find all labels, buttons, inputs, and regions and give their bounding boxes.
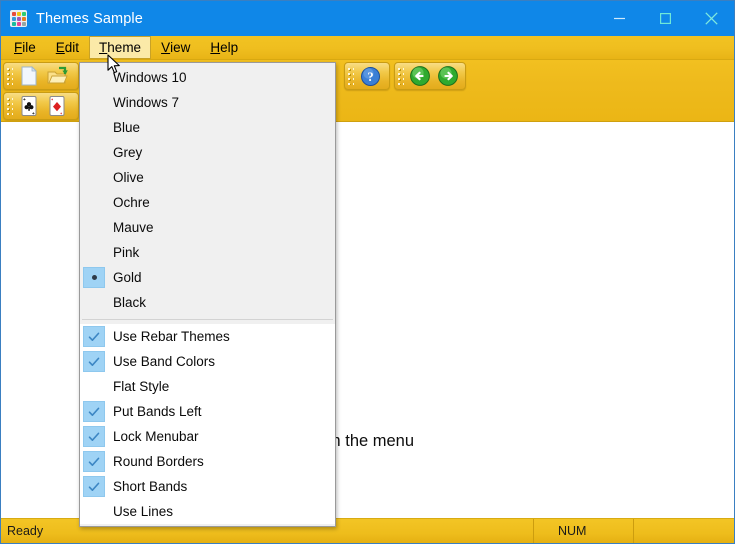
theme-radio-group: Windows 10 Windows 7 Blue Grey Olive Ochre Mau… bbox=[80, 65, 335, 315]
theme-dropdown-menu: Windows 10 Windows 7 Blue Grey Olive Ochre Mau… bbox=[79, 62, 336, 527]
help-band[interactable]: ? bbox=[344, 62, 390, 90]
window-controls bbox=[596, 1, 734, 36]
file-band[interactable] bbox=[3, 62, 79, 90]
theme-menu-item-label: Gold bbox=[113, 270, 142, 285]
radio-empty-icon bbox=[83, 242, 105, 263]
theme-menu-item[interactable]: Windows 7 bbox=[80, 90, 335, 115]
theme-menu-item[interactable]: Black bbox=[80, 290, 335, 315]
radio-empty-icon bbox=[83, 142, 105, 163]
radio-empty-icon bbox=[83, 117, 105, 138]
theme-menu-item[interactable]: Grey bbox=[80, 140, 335, 165]
checkmark-icon bbox=[83, 351, 105, 372]
band-gripper[interactable] bbox=[6, 96, 13, 116]
theme-menu-item-label: Blue bbox=[113, 120, 141, 135]
minimize-icon[interactable] bbox=[596, 1, 642, 36]
option-menu-item[interactable]: Use Band Colors bbox=[80, 349, 335, 374]
theme-menu-item[interactable]: Ochre bbox=[80, 190, 335, 215]
menu-item-help[interactable]: Help bbox=[200, 36, 248, 59]
menu-item-theme[interactable]: Theme bbox=[89, 36, 152, 59]
svg-text:♦: ♦ bbox=[51, 97, 53, 101]
navigation-band[interactable] bbox=[394, 62, 466, 90]
theme-options-group: Use Rebar Themes Use Band Colors Flat Styl… bbox=[80, 324, 335, 524]
option-menu-item-label: Use Band Colors bbox=[113, 354, 216, 369]
diamond-card-icon[interactable]: ♦ ♦ bbox=[44, 93, 70, 119]
menu-item-edit[interactable]: Edit bbox=[46, 36, 89, 59]
option-menu-item-label: Use Rebar Themes bbox=[113, 329, 230, 344]
option-menu-item[interactable]: Use Lines bbox=[80, 499, 335, 524]
radio-empty-icon bbox=[83, 167, 105, 188]
menu-item-view[interactable]: View bbox=[151, 36, 200, 59]
option-menu-item-label: Round Borders bbox=[113, 454, 204, 469]
band-gripper[interactable] bbox=[6, 66, 13, 86]
option-menu-item-label: Short Bands bbox=[113, 479, 188, 494]
theme-menu-item[interactable]: Pink bbox=[80, 240, 335, 265]
option-menu-item-label: Put Bands Left bbox=[113, 404, 202, 419]
forward-arrow-icon[interactable] bbox=[435, 63, 461, 89]
option-menu-item[interactable]: Put Bands Left bbox=[80, 399, 335, 424]
option-menu-item[interactable]: Round Borders bbox=[80, 449, 335, 474]
theme-menu-item-label: Black bbox=[113, 295, 147, 310]
theme-menu-item-label: Mauve bbox=[113, 220, 154, 235]
option-menu-item[interactable]: Lock Menubar bbox=[80, 424, 335, 449]
radio-empty-icon bbox=[83, 192, 105, 213]
theme-menu-item-label: Grey bbox=[113, 145, 143, 160]
checkmark-icon bbox=[83, 401, 105, 422]
option-menu-item-label: Flat Style bbox=[113, 379, 170, 394]
status-pane-num: NUM bbox=[534, 519, 634, 543]
maximize-icon[interactable] bbox=[642, 1, 688, 36]
theme-menu-item-label: Olive bbox=[113, 170, 144, 185]
theme-menu-item[interactable]: Mauve bbox=[80, 215, 335, 240]
band-gripper[interactable] bbox=[347, 66, 354, 86]
radio-dot-icon bbox=[91, 275, 97, 280]
checkmark-icon bbox=[83, 451, 105, 472]
palette-icon bbox=[10, 10, 27, 27]
theme-menu-item[interactable]: Blue bbox=[80, 115, 335, 140]
application-window: Themes Sample File Edit Theme View Help bbox=[0, 0, 735, 544]
checkbox-empty-icon bbox=[83, 376, 105, 397]
option-menu-item[interactable]: Short Bands bbox=[80, 474, 335, 499]
checkmark-icon bbox=[83, 476, 105, 497]
option-menu-item[interactable]: Flat Style bbox=[80, 374, 335, 399]
menu-item-file[interactable]: File bbox=[4, 36, 46, 59]
club-card-icon[interactable]: ♣ ♣ bbox=[16, 93, 42, 119]
theme-menu-item-label: Windows 7 bbox=[113, 95, 180, 110]
theme-menu-item[interactable]: Windows 10 bbox=[80, 65, 335, 90]
checkbox-empty-icon bbox=[83, 501, 105, 522]
theme-menu-item[interactable]: Olive bbox=[80, 165, 335, 190]
close-icon[interactable] bbox=[688, 1, 734, 36]
radio-empty-icon bbox=[83, 67, 105, 88]
menu-bar: File Edit Theme View Help bbox=[1, 36, 734, 60]
cards-band[interactable]: ♣ ♣ ♦ ♦ bbox=[3, 92, 79, 120]
band-gripper[interactable] bbox=[397, 66, 404, 86]
new-document-icon[interactable] bbox=[16, 63, 42, 89]
checkmark-icon bbox=[83, 326, 105, 347]
open-folder-icon[interactable] bbox=[44, 63, 70, 89]
title-bar: Themes Sample bbox=[1, 1, 734, 36]
status-pane-tail bbox=[634, 519, 734, 543]
theme-menu-item-label: Ochre bbox=[113, 195, 150, 210]
theme-menu-item-label: Windows 10 bbox=[113, 70, 187, 85]
option-menu-item[interactable]: Use Rebar Themes bbox=[80, 324, 335, 349]
svg-text:?: ? bbox=[367, 70, 373, 84]
checkmark-icon bbox=[83, 426, 105, 447]
window-title: Themes Sample bbox=[36, 10, 143, 27]
option-menu-item-label: Lock Menubar bbox=[113, 429, 199, 444]
svg-text:♦: ♦ bbox=[60, 111, 62, 115]
menu-separator bbox=[82, 319, 333, 320]
radio-selected-icon bbox=[83, 267, 105, 288]
back-arrow-icon[interactable] bbox=[407, 63, 433, 89]
option-menu-item-label: Use Lines bbox=[113, 504, 174, 519]
radio-empty-icon bbox=[83, 217, 105, 238]
theme-menu-item[interactable]: Gold bbox=[80, 265, 335, 290]
radio-empty-icon bbox=[83, 292, 105, 313]
radio-empty-icon bbox=[83, 92, 105, 113]
theme-menu-item-label: Pink bbox=[113, 245, 140, 260]
help-question-icon[interactable]: ? bbox=[357, 63, 383, 89]
